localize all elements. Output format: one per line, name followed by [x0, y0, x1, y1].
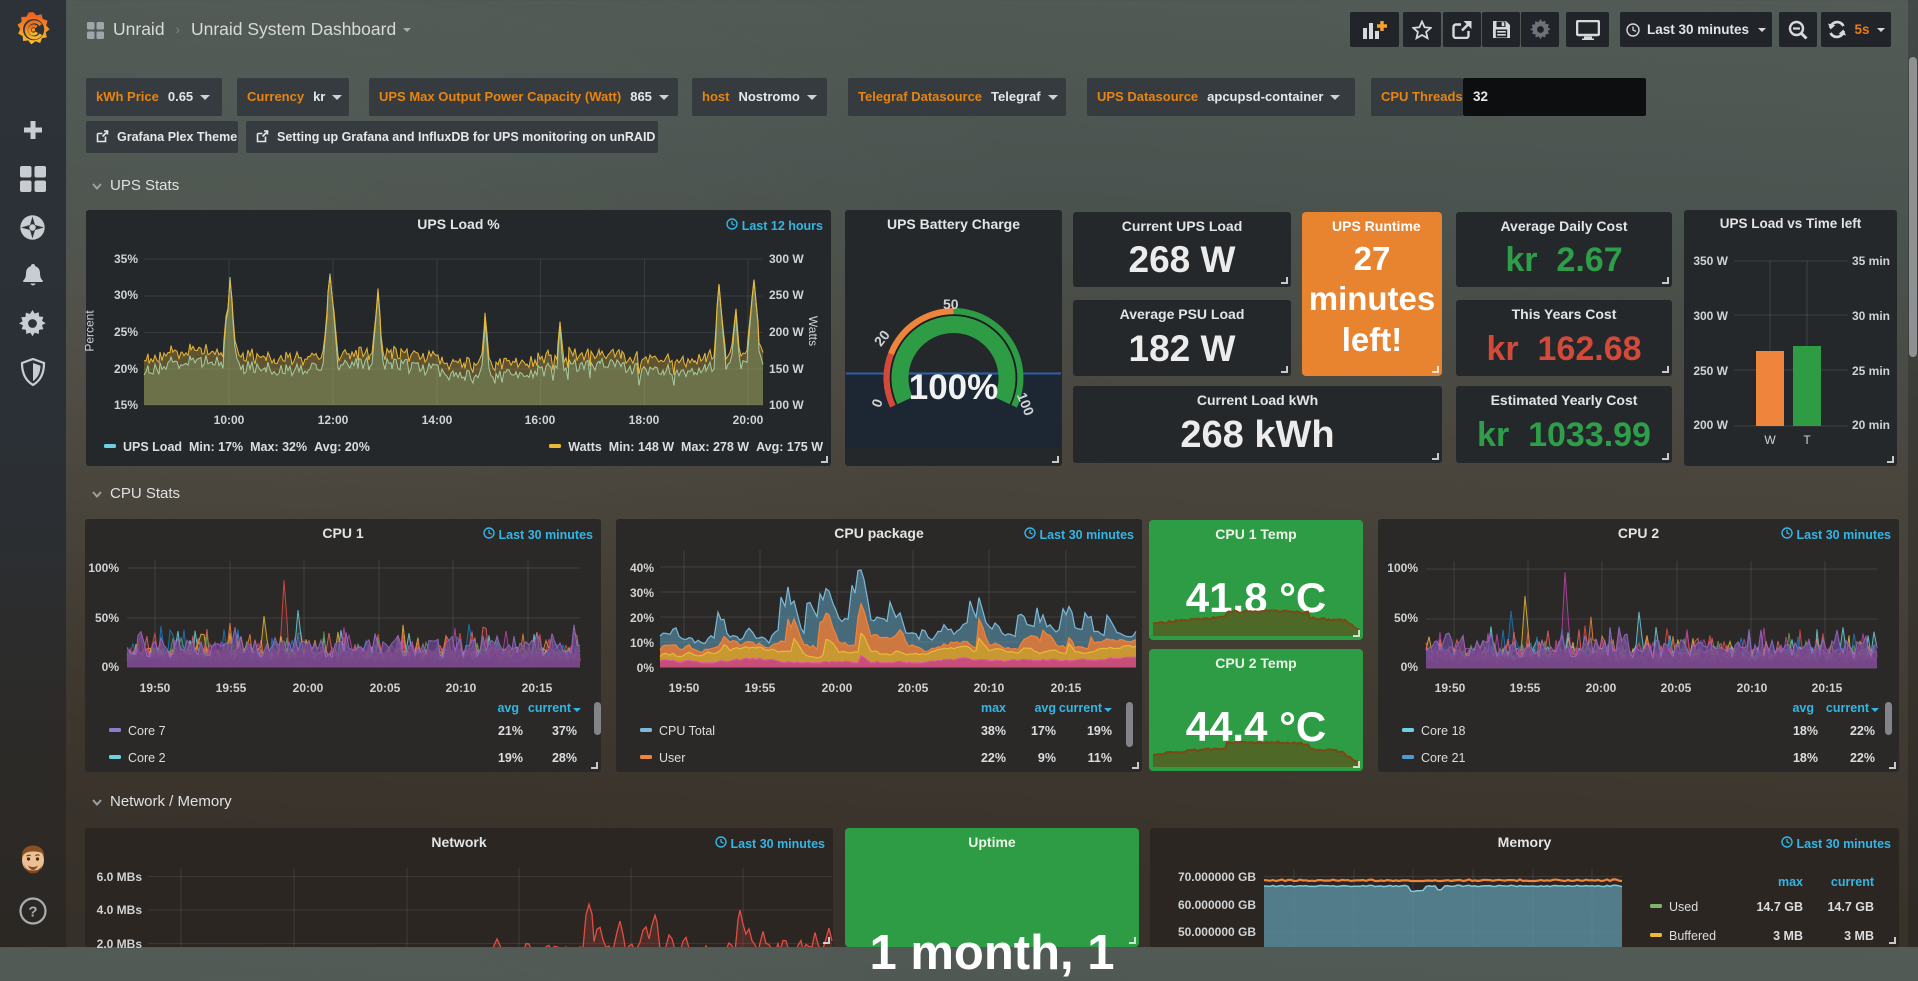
svg-text:?: ?: [28, 904, 37, 921]
